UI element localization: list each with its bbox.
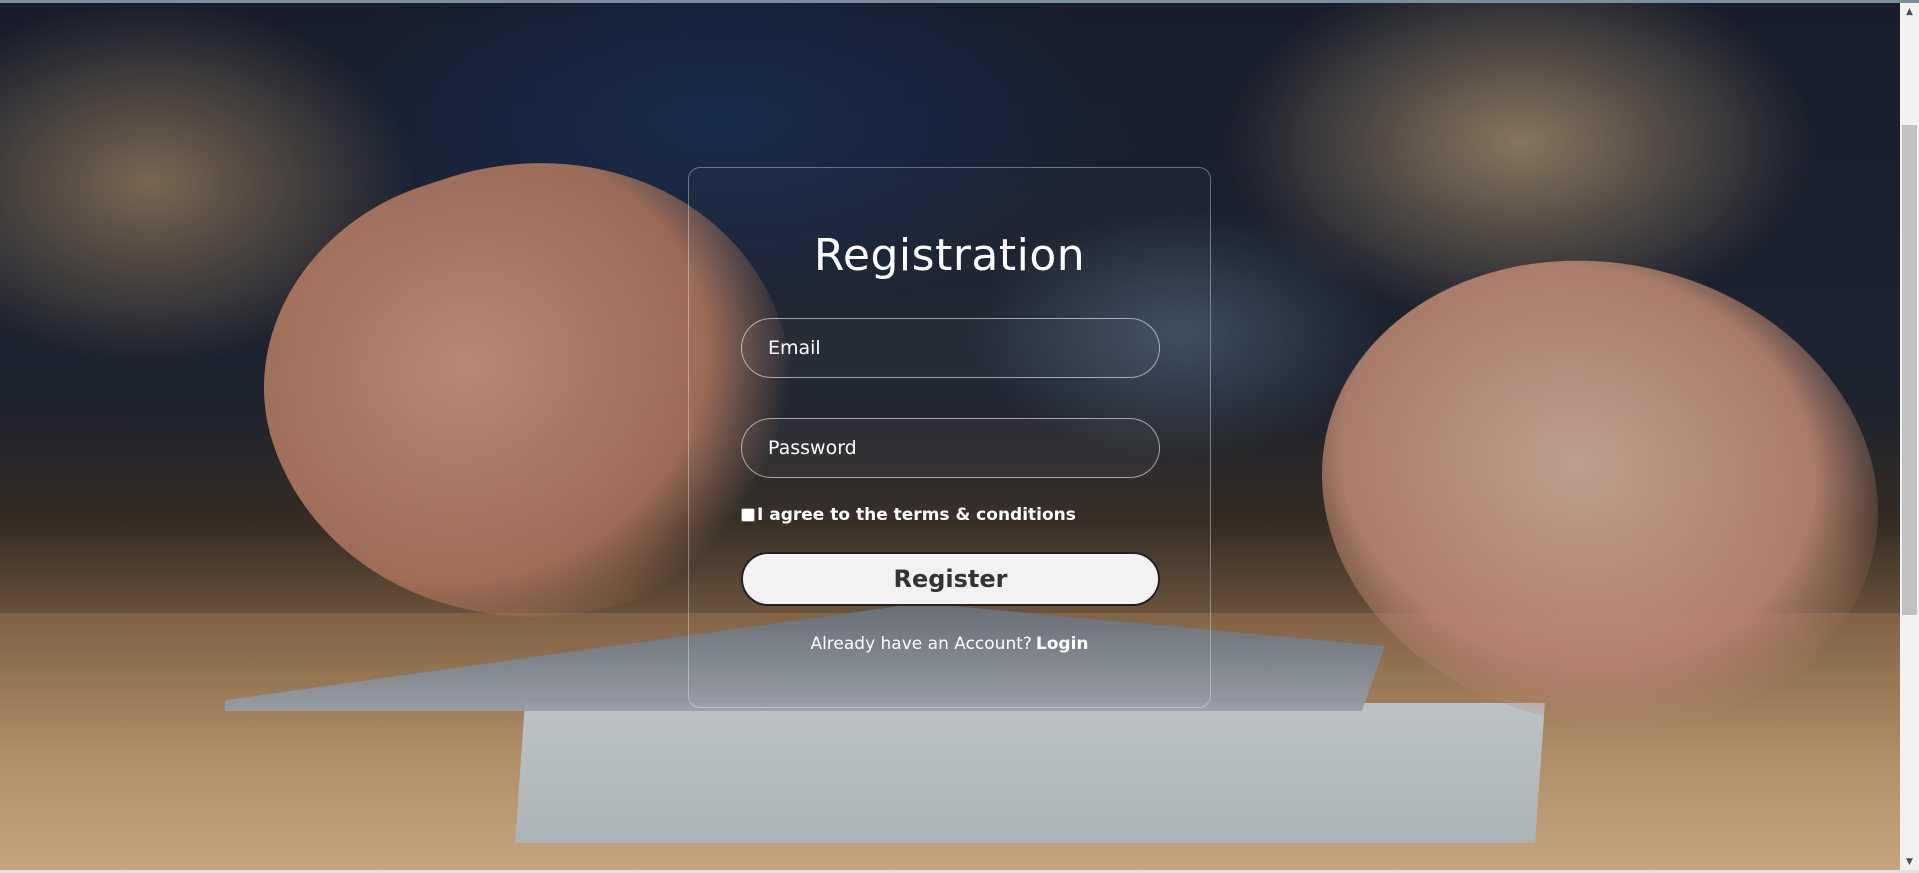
terms-label[interactable]: I agree to the terms & conditions — [757, 505, 1076, 525]
vertical-scrollbar[interactable]: ▲ ▼ — [1900, 3, 1919, 870]
email-field[interactable] — [741, 318, 1160, 378]
registration-title: Registration — [813, 230, 1086, 281]
register-button[interactable]: Register — [741, 552, 1160, 606]
login-prompt-text: Already have an Account? — [810, 634, 1032, 654]
terms-checkbox[interactable] — [741, 508, 755, 522]
scrollbar-thumb[interactable] — [1902, 125, 1917, 615]
password-field[interactable] — [741, 418, 1160, 478]
registration-card: Registration I agree to the terms & cond… — [688, 167, 1211, 708]
password-input[interactable] — [742, 419, 1159, 477]
page-viewport: Registration I agree to the terms & cond… — [0, 0, 1919, 873]
scroll-up-icon[interactable]: ▲ — [1900, 3, 1919, 20]
scroll-down-icon[interactable]: ▼ — [1900, 853, 1919, 870]
login-prompt-row: Already have an Account? Login — [689, 634, 1210, 654]
login-link[interactable]: Login — [1036, 634, 1089, 654]
terms-row: I agree to the terms & conditions — [741, 503, 1076, 527]
email-input[interactable] — [742, 319, 1159, 377]
